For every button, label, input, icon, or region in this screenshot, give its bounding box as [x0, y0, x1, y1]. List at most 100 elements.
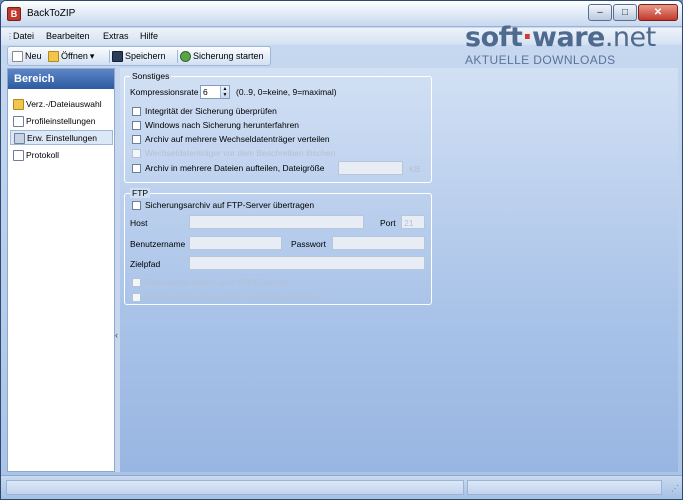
folder-icon	[13, 99, 24, 110]
open-button-label: Öffnen	[61, 51, 88, 61]
save-button-label: Speichern	[125, 51, 166, 61]
menu-hilfe-label: Hilfe	[140, 31, 159, 41]
username-input	[189, 236, 282, 250]
menu-extras[interactable]: Extras	[103, 31, 129, 41]
split-size-input	[338, 161, 403, 175]
watermark-logo: soft·ware.net AKTUELLE DOWNLOADS	[465, 23, 675, 73]
menu-datei-label: Datei	[13, 31, 35, 41]
new-button-label: Neu	[25, 51, 42, 61]
target-path-input	[189, 256, 425, 270]
menu-extras-label: Extras	[103, 31, 129, 41]
watermark-title: soft·ware.net	[465, 22, 656, 53]
delete-media-checkbox	[132, 148, 141, 158]
compression-hint: (0..9, 0=keine, 9=maximal)	[236, 87, 337, 97]
settings-icon	[14, 133, 25, 144]
password-input	[332, 236, 425, 250]
sidebar-item-advanced-settings[interactable]: Erw. Einstellungen	[10, 130, 113, 145]
sidebar-item-label: Verz.-/Dateiauswahl	[26, 99, 102, 109]
app-window: B BackToZIP – □ ✕ ⋮ Datei Bearbeiten Ext…	[0, 0, 683, 500]
split-option[interactable]: Archiv in mehrere Dateien aufteilen, Dat…	[132, 163, 325, 173]
menu-hilfe[interactable]: Hilfe	[140, 31, 158, 41]
verify-checkbox[interactable]	[132, 106, 141, 116]
watermark-part-net: .net	[604, 22, 656, 53]
group-sonstiges-legend: Sonstiges	[130, 71, 172, 81]
sidebar: Bereich Verz.-/Dateiauswahl Profileinste…	[7, 68, 115, 472]
compression-value: 6	[203, 87, 208, 97]
verify-option[interactable]: Integrität der Sicherung überprüfen	[132, 106, 277, 116]
port-label: Port	[380, 218, 396, 228]
new-document-icon	[12, 51, 23, 62]
chmod-label: Dateirechte ändern (nur UNIX-Server)	[145, 277, 289, 287]
ftp-transfer-label: Sicherungsarchiv auf FTP-Server übertrag…	[145, 200, 315, 210]
target-path-label: Zielpfad	[130, 259, 161, 269]
toolbar: Neu Öffnen ▾ Speichern Sicherung starten	[7, 46, 271, 66]
watermark-part-soft: soft	[465, 22, 523, 53]
status-bar: ⋰	[1, 475, 682, 499]
multi-media-option[interactable]: Archiv auf mehrere Wechseldatenträger ve…	[132, 134, 330, 144]
start-backup-label: Sicherung starten	[193, 51, 264, 61]
verify-label: Integrität der Sicherung überprüfen	[145, 106, 277, 116]
menu-bearbeiten-label: Bearbeiten	[46, 31, 90, 41]
app-icon: B	[7, 7, 21, 21]
ftp-transfer-checkbox[interactable]	[132, 200, 141, 210]
start-backup-icon	[180, 51, 191, 62]
shutdown-option[interactable]: Windows nach Sicherung herunterfahren	[132, 120, 299, 130]
collapse-arrow-icon[interactable]: ‹	[115, 330, 118, 340]
log-document-icon	[13, 150, 24, 161]
shutdown-label: Windows nach Sicherung herunterfahren	[145, 120, 300, 130]
folder-open-icon	[48, 51, 59, 62]
watermark-subtitle: AKTUELLE DOWNLOADS	[465, 53, 616, 67]
start-backup-button[interactable]: Sicherung starten	[180, 49, 264, 64]
host-label: Host	[130, 218, 148, 228]
open-button[interactable]: Öffnen ▾	[48, 49, 94, 64]
menu-datei[interactable]: Datei	[13, 31, 34, 41]
split-checkbox[interactable]	[132, 163, 141, 173]
compression-stepper[interactable]: 6 ▲ ▼	[200, 85, 230, 99]
chmod-option: Dateirechte ändern (nur UNIX-Server)	[132, 277, 288, 287]
menu-bearbeiten[interactable]: Bearbeiten	[46, 31, 90, 41]
multi-media-checkbox[interactable]	[132, 134, 141, 144]
sidebar-title: Bereich	[8, 69, 114, 89]
delete-media-label: Wechseldatenträger vor dem Beschreiben l…	[145, 148, 336, 158]
watermark-part-ware: ware	[532, 22, 605, 53]
resize-grip-icon[interactable]: ⋰	[671, 484, 679, 493]
window-controls: – □ ✕	[588, 4, 678, 21]
password-label: Passwort	[291, 239, 326, 249]
stepper-arrows-icon[interactable]: ▲ ▼	[220, 86, 229, 98]
sidebar-item-label: Protokoll	[26, 150, 60, 160]
sidebar-item-log[interactable]: Protokoll	[10, 148, 113, 163]
toolbar-separator	[109, 50, 110, 63]
sidebar-item-file-selection[interactable]: Verz.-/Dateiauswahl	[10, 97, 113, 112]
port-value: 21	[404, 218, 414, 228]
status-panel-main	[6, 480, 464, 495]
shutdown-checkbox[interactable]	[132, 120, 141, 130]
multi-media-label: Archiv auf mehrere Wechseldatenträger ve…	[145, 134, 330, 144]
host-input	[189, 215, 364, 229]
maximize-button[interactable]: □	[613, 4, 637, 21]
group-ftp-legend: FTP	[130, 188, 151, 198]
save-button[interactable]: Speichern	[112, 49, 166, 64]
chmod-checkbox	[132, 277, 141, 287]
status-panel-secondary	[467, 480, 662, 495]
ftp-transfer-option[interactable]: Sicherungsarchiv auf FTP-Server übertrag…	[132, 200, 314, 210]
port-input: 21	[401, 215, 425, 229]
toolbar-separator	[177, 50, 178, 63]
close-button[interactable]: ✕	[638, 4, 678, 21]
delete-local-label: Lokales Sicherungsarchiv nach Upload lös…	[145, 292, 324, 302]
minimize-button[interactable]: –	[588, 4, 612, 21]
settings-panel: Sonstiges Kompressionsrate 6 ▲ ▼ (0..9, 0…	[120, 68, 678, 472]
profile-document-icon	[13, 116, 24, 127]
delete-local-checkbox	[132, 292, 141, 302]
new-button[interactable]: Neu	[12, 49, 42, 64]
floppy-disk-icon	[112, 51, 123, 62]
delete-local-option: Lokales Sicherungsarchiv nach Upload lös…	[132, 292, 324, 302]
sidebar-item-profile-settings[interactable]: Profileinstellungen	[10, 114, 113, 129]
sidebar-item-label: Erw. Einstellungen	[27, 133, 97, 143]
group-ftp: FTP Sicherungsarchiv auf FTP-Server über…	[124, 188, 432, 305]
username-label: Benutzername	[130, 239, 186, 249]
chevron-down-icon[interactable]: ▾	[90, 49, 95, 64]
group-sonstiges: Sonstiges Kompressionsrate 6 ▲ ▼ (0..9, 0…	[124, 71, 432, 183]
window-title: BackToZIP	[27, 8, 76, 19]
compression-label: Kompressionsrate	[130, 87, 199, 97]
split-unit-label: KB	[409, 164, 421, 174]
